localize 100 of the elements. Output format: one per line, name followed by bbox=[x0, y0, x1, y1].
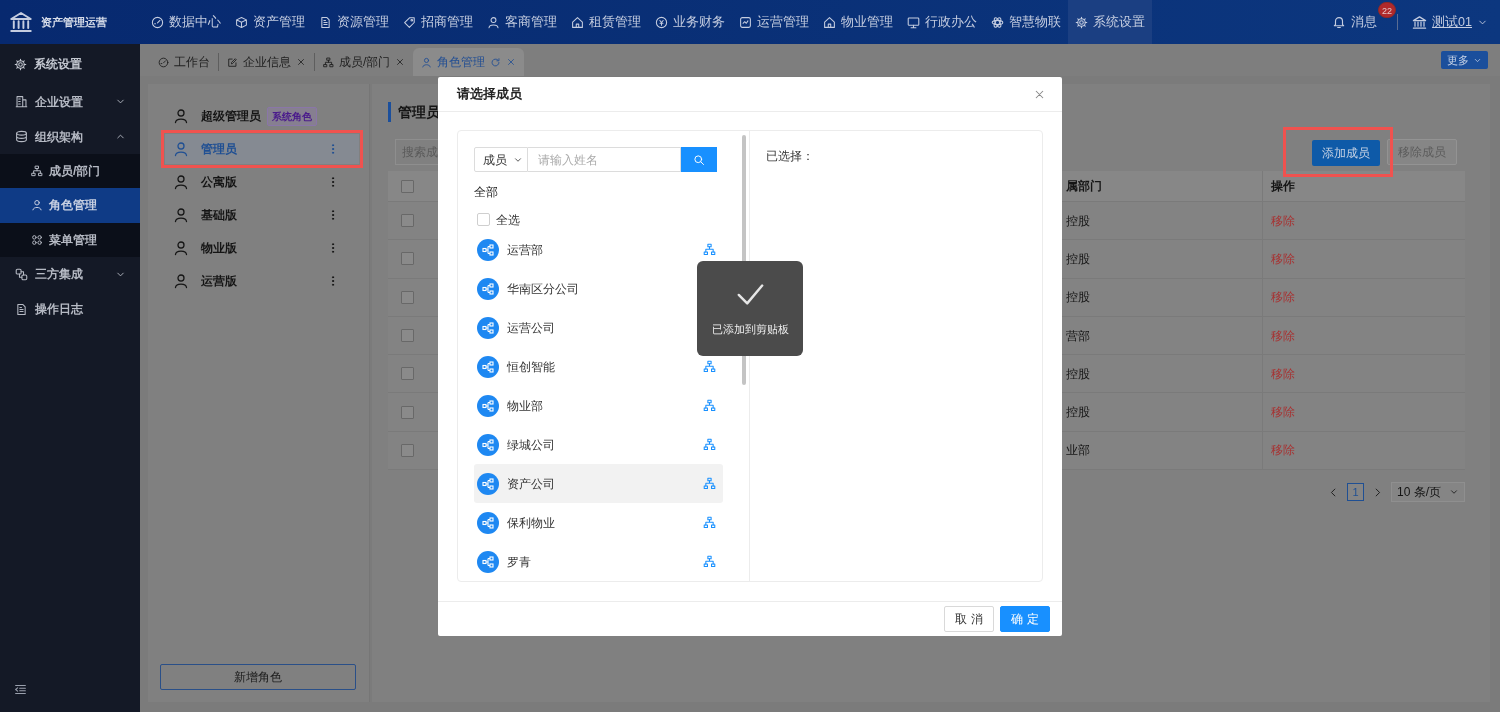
role-item[interactable]: 基础版 bbox=[165, 200, 359, 230]
person-icon bbox=[173, 240, 189, 256]
close-icon[interactable] bbox=[506, 57, 517, 67]
cube-icon bbox=[235, 15, 248, 29]
org-chart-icon bbox=[323, 56, 334, 68]
type-select[interactable]: 成员 bbox=[474, 147, 528, 173]
network-icon bbox=[477, 277, 499, 300]
column-header: 属部门 bbox=[1066, 179, 1102, 193]
bank-icon bbox=[9, 10, 33, 34]
role-item[interactable]: 超级管理员 系统角色 bbox=[165, 101, 359, 131]
nav-item[interactable]: 客商管理 bbox=[480, 0, 564, 44]
tag-icon bbox=[403, 15, 416, 29]
dialog-title: 请选择成员 bbox=[457, 85, 522, 104]
checkbox[interactable] bbox=[401, 329, 414, 343]
department-item[interactable]: 运营部 bbox=[474, 230, 723, 270]
department-item[interactable]: 恒创智能 bbox=[474, 347, 723, 387]
link-icon bbox=[15, 267, 28, 281]
sidebar-subitem[interactable]: 菜单管理 bbox=[0, 222, 140, 257]
department-item[interactable]: 华南区分公司 bbox=[474, 269, 693, 309]
nav-item[interactable]: 物业管理 bbox=[816, 0, 900, 44]
org-chart-icon[interactable] bbox=[703, 399, 716, 413]
checkbox[interactable] bbox=[401, 443, 414, 457]
role-item[interactable]: 公寓版 bbox=[165, 167, 359, 197]
org-chart-icon[interactable] bbox=[703, 555, 716, 569]
checkbox[interactable] bbox=[401, 252, 414, 266]
role-item[interactable]: 物业版 bbox=[165, 233, 359, 263]
org-chart-icon[interactable] bbox=[703, 516, 716, 530]
department-item[interactable]: 罗青 bbox=[474, 542, 723, 582]
sidebar-item[interactable]: 企业设置 bbox=[0, 84, 140, 119]
network-icon bbox=[477, 355, 499, 378]
nav-item[interactable]: 系统设置 bbox=[1068, 0, 1152, 44]
nav-item[interactable]: 运营管理 bbox=[732, 0, 816, 44]
sidebar-item[interactable]: 组织架构 bbox=[0, 119, 140, 154]
table-cell: 控股 bbox=[1066, 366, 1090, 381]
close-icon[interactable] bbox=[395, 57, 406, 67]
org-chart-icon[interactable] bbox=[703, 243, 716, 257]
table-cell: 控股 bbox=[1066, 405, 1090, 420]
person-icon bbox=[173, 174, 189, 190]
person-icon bbox=[31, 199, 43, 212]
table-cell: 控股 bbox=[1066, 290, 1090, 305]
collapse-icon[interactable] bbox=[14, 683, 27, 697]
toast-message: 已添加到剪贴板 bbox=[711, 322, 789, 337]
count-badge: 22 bbox=[1378, 1, 1397, 18]
network-icon bbox=[477, 550, 499, 573]
checkbox[interactable] bbox=[401, 367, 414, 381]
person-icon bbox=[487, 15, 500, 29]
close-icon[interactable] bbox=[296, 57, 306, 67]
checkbox[interactable] bbox=[401, 405, 414, 419]
column-header: 操作 bbox=[1271, 178, 1295, 195]
org-chart-icon[interactable] bbox=[703, 438, 716, 452]
nav-item[interactable]: 资产管理 bbox=[228, 0, 312, 44]
more-button[interactable]: 更多 bbox=[1441, 51, 1488, 69]
search-button[interactable] bbox=[681, 147, 717, 173]
network-icon bbox=[477, 433, 499, 456]
name-field[interactable]: 请输入姓名 bbox=[528, 147, 681, 173]
nav-item[interactable]: 行政办公 bbox=[900, 0, 984, 44]
bell-icon bbox=[1332, 15, 1347, 29]
user-menu[interactable]: 测试01 bbox=[1412, 12, 1488, 32]
nav-item[interactable]: 招商管理 bbox=[396, 0, 480, 44]
sidebar-item[interactable]: 三方集成 bbox=[0, 256, 140, 292]
network-icon bbox=[477, 238, 499, 261]
tab[interactable]: 企业信息 bbox=[218, 53, 314, 71]
select-all-label[interactable]: 全选 bbox=[496, 210, 520, 229]
department-item[interactable]: 资产公司 bbox=[474, 464, 723, 504]
network-icon bbox=[477, 511, 499, 534]
department-item[interactable]: 保利物业 bbox=[474, 503, 723, 543]
sidebar-subitem[interactable]: 成员/部门 bbox=[0, 154, 140, 189]
sidebar-subitem[interactable]: 角色管理 bbox=[0, 188, 140, 223]
person-icon bbox=[173, 108, 189, 124]
table-cell: 业部 bbox=[1066, 443, 1090, 458]
table-cell: 营部 bbox=[1066, 328, 1090, 343]
document-icon bbox=[15, 302, 28, 316]
monitor-icon bbox=[907, 15, 920, 29]
checkbox[interactable] bbox=[401, 290, 414, 304]
cancel-button[interactable]: 取 消 bbox=[944, 606, 994, 633]
selected-label: 已选择： bbox=[766, 149, 814, 164]
role-item[interactable]: 运营版 bbox=[165, 266, 359, 296]
sidebar-item[interactable]: 操作日志 bbox=[0, 291, 140, 327]
org-chart-icon[interactable] bbox=[703, 477, 716, 491]
tree-root-label: 全部 bbox=[474, 184, 499, 200]
department-item[interactable]: 绿城公司 bbox=[474, 425, 723, 465]
refresh-icon[interactable] bbox=[490, 56, 502, 68]
checkbox[interactable] bbox=[401, 214, 414, 228]
nav-item[interactable]: 租赁管理 bbox=[564, 0, 648, 44]
add-member-button[interactable]: 添加成员 bbox=[1312, 140, 1380, 166]
checkbox[interactable] bbox=[401, 179, 414, 193]
tab[interactable]: 工作台 bbox=[150, 48, 218, 76]
add-role-button[interactable]: 新增角色 bbox=[160, 664, 356, 690]
nav-item[interactable]: 资源管理 bbox=[312, 0, 396, 44]
messages-link[interactable]: 消息 bbox=[1332, 12, 1378, 32]
nav-item[interactable]: 智慧物联 bbox=[984, 0, 1068, 44]
nav-item[interactable]: 数据中心 bbox=[144, 0, 228, 44]
network-icon bbox=[477, 394, 499, 417]
nav-item[interactable]: 业务财务 bbox=[648, 0, 732, 44]
search-icon bbox=[693, 153, 705, 166]
org-chart-icon[interactable] bbox=[703, 360, 716, 374]
department-item[interactable]: 物业部 bbox=[474, 386, 723, 426]
department-item[interactable]: 运营公司 bbox=[474, 308, 693, 348]
page-size-select[interactable]: 10 条/页 bbox=[1391, 482, 1465, 503]
grid-icon bbox=[31, 233, 43, 246]
